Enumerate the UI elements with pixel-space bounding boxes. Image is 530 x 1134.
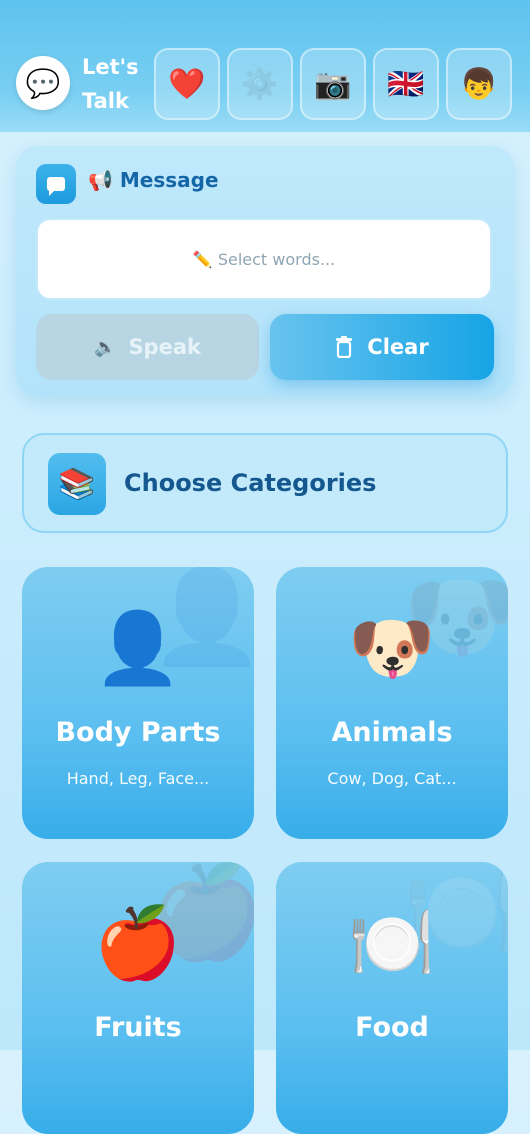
language-button[interactable]: 🇬🇧 [373, 48, 439, 120]
camera-icon: 📷 [314, 66, 352, 102]
categories-title: Choose Categories [124, 469, 377, 497]
gear-icon: ⚙️ [241, 66, 279, 102]
message-title-label: Message [119, 168, 219, 192]
trash-icon [336, 336, 353, 358]
camera-button[interactable]: 📷 [300, 48, 366, 120]
boy-avatar-icon: 👦 [460, 66, 498, 102]
clear-label: Clear [367, 335, 429, 359]
app-title: Let's Talk [82, 55, 139, 113]
category-examples: Hand, Leg, Face... [66, 769, 210, 788]
books-icon: 📚 [48, 453, 106, 515]
message-bubble-icon [36, 164, 76, 204]
message-title: 📢 Message [88, 168, 219, 192]
clear-button[interactable]: Clear [270, 314, 494, 380]
speak-label: Speak [128, 335, 201, 359]
category-name: Fruits [94, 1012, 182, 1043]
profile-button[interactable]: 👦 [446, 48, 512, 120]
speaker-icon: 🔈 [94, 336, 117, 358]
favorites-button[interactable]: ❤️ [154, 48, 220, 120]
uk-flag-icon: 🇬🇧 [387, 66, 425, 102]
plate-icon: 🍽️ [348, 902, 436, 984]
apple-icon: 🍎 [94, 902, 182, 984]
message-card: 📢 Message ✏️ Select words... 🔈 Speak Cle… [16, 146, 514, 396]
megaphone-icon: 📢 [88, 168, 113, 192]
app-header: 💬 Let's Talk ❤️ ⚙️ 📷 🇬🇧 👦 [0, 0, 530, 132]
categories-header: 📚 Choose Categories [22, 433, 508, 533]
chat-logo-icon: 💬 [16, 56, 70, 110]
category-tile-fruits[interactable]: 🍎 🍎 Fruits [22, 862, 254, 1134]
category-tile-food[interactable]: 🍽️ 🍽️ Food [276, 862, 508, 1134]
heart-icon: ❤️ [168, 66, 206, 102]
category-name: Food [355, 1012, 429, 1043]
category-name: Body Parts [55, 717, 221, 748]
category-name: Animals [331, 717, 453, 748]
person-icon: 👤 [94, 607, 182, 689]
settings-button[interactable]: ⚙️ [227, 48, 293, 120]
speak-button[interactable]: 🔈 Speak [36, 314, 259, 380]
message-input[interactable]: ✏️ Select words... [36, 218, 492, 300]
dog-icon: 🐶 [348, 607, 436, 689]
category-tile-animals[interactable]: 🐶 🐶 Animals Cow, Dog, Cat... [276, 567, 508, 839]
message-placeholder: ✏️ Select words... [192, 249, 336, 269]
category-examples: Cow, Dog, Cat... [327, 769, 457, 788]
category-tile-body-parts[interactable]: 👤 👤 Body Parts Hand, Leg, Face... [22, 567, 254, 839]
